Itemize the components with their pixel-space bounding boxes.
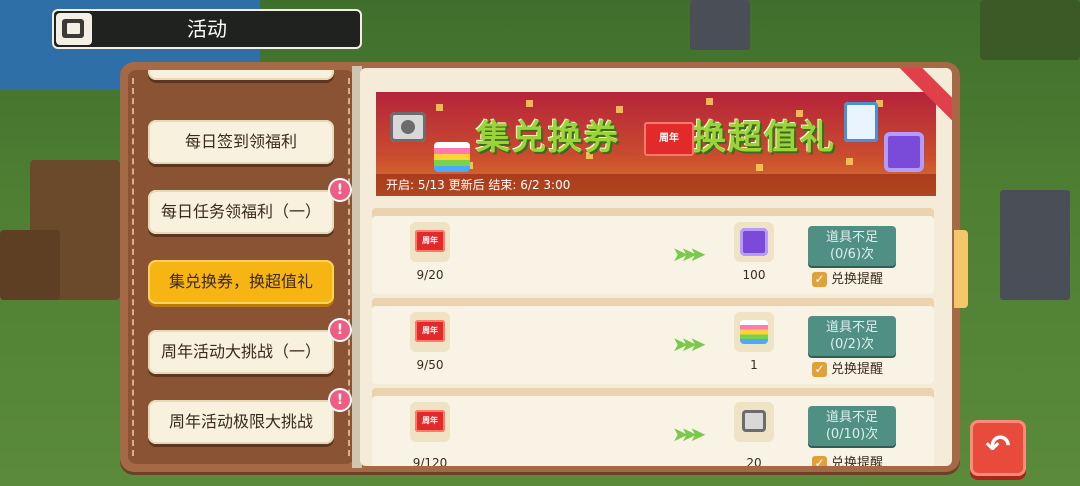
- exchange-button-limit: (0/6)次: [829, 247, 875, 262]
- exchange-reminder-toggle[interactable]: ✓ 兑换提醒: [812, 268, 883, 287]
- menu-item-anniversary-challenge[interactable]: 周年活动大挑战（一）: [148, 330, 334, 374]
- exchange-reminder-toggle[interactable]: ✓ 兑换提醒: [812, 358, 883, 377]
- return-arrow-icon: ↶: [985, 429, 1011, 464]
- rainbow-cake-icon: [434, 142, 470, 172]
- exchange-button[interactable]: 道具不足 (0/10)次: [808, 406, 896, 446]
- anniversary-ticket-icon: 周年: [415, 230, 445, 252]
- alert-badge-icon: !: [330, 320, 350, 340]
- arrow-right-icon: ➤➤➤: [672, 332, 706, 356]
- banner-title-left: 集兑换券: [476, 118, 620, 158]
- reward-slot[interactable]: [734, 222, 774, 262]
- reminder-label: 兑换提醒: [831, 272, 884, 287]
- alert-badge-icon: !: [330, 180, 350, 200]
- exchange-button-limit: (0/2)次: [829, 337, 875, 352]
- exchange-row: 周年 9/50 ➤➤➤ 1 道具不足 (0/2)次 ✓ 兑换提醒: [372, 298, 934, 384]
- anniversary-ticket-icon: 周年: [415, 410, 445, 432]
- anniversary-ticket-icon: 周年: [644, 122, 694, 156]
- exchange-button-status: 道具不足: [825, 410, 878, 425]
- reward-count: 100: [742, 268, 766, 282]
- menu-item-partial[interactable]: [148, 70, 334, 80]
- checkbox-icon: ✓: [812, 456, 827, 466]
- anniversary-ticket-icon: 周年: [415, 320, 445, 342]
- ticket-slot: 周年: [410, 402, 450, 442]
- tree-block: [980, 0, 1080, 60]
- menu-item-label: 集兑换券，换超值礼: [168, 272, 313, 291]
- stone-pillar: [1000, 190, 1070, 300]
- reward-count: 1: [750, 358, 758, 372]
- menu-item-exchange-tickets[interactable]: 集兑换券，换超值礼: [148, 260, 334, 304]
- menu-item-daily-tasks[interactable]: 每日任务领福利（一）: [148, 190, 334, 234]
- checkbox-icon: ✓: [812, 362, 827, 377]
- reminder-label: 兑换提醒: [831, 362, 884, 377]
- arrow-right-icon: ➤➤➤: [672, 242, 706, 266]
- exchange-reminder-toggle[interactable]: ✓ 兑换提醒: [812, 452, 883, 466]
- menu-item-label: 周年活动大挑战（一）: [160, 342, 321, 361]
- exchange-button-limit: (0/10)次: [825, 427, 879, 442]
- exchange-button-status: 道具不足: [825, 230, 878, 245]
- exchange-button-status: 道具不足: [825, 320, 878, 335]
- exchange-row: 周年 9/120 ➤➤➤ 20 道具不足 (0/10)次 ✓ 兑换提醒: [372, 388, 934, 466]
- reward-count: 20: [746, 456, 762, 466]
- exchange-button[interactable]: 道具不足 (0/2)次: [808, 316, 896, 356]
- back-button[interactable]: ↶: [970, 420, 1026, 476]
- arrow-right-icon: ➤➤➤: [672, 422, 706, 446]
- toolbox-icon: [742, 410, 766, 432]
- banner-title-right: 换超值礼: [692, 118, 836, 158]
- event-banner: 集兑换券 换超值礼 周年 开启: 5/13 更新后 结束: 6/2 3:00: [376, 92, 936, 196]
- tree-block: [0, 230, 60, 300]
- rainbow-cake-icon: [740, 320, 768, 344]
- reminder-label: 兑换提醒: [831, 456, 884, 466]
- menu-item-label: 周年活动极限大挑战: [168, 412, 313, 431]
- exchange-row: 周年 9/20 ➤➤➤ 100 道具不足 (0/6)次 ✓ 兑换提醒: [372, 208, 934, 294]
- exchange-content: 集兑换券 换超值礼 周年 开启: 5/13 更新后 结束: 6/2 3:00 周年…: [360, 68, 952, 466]
- page-title: 活动: [187, 17, 227, 41]
- event-time-info: 开启: 5/13 更新后 结束: 6/2 3:00: [376, 174, 936, 196]
- menu-item-label: 每日签到领福利: [184, 132, 297, 151]
- purple-cube-icon: [740, 228, 768, 256]
- ticket-slot: 周年: [410, 222, 450, 262]
- ticket-slot: 周年: [410, 312, 450, 352]
- rocket-card-icon: [844, 102, 878, 142]
- alert-badge-icon: !: [330, 390, 350, 410]
- ticket-count: 9/20: [416, 268, 444, 282]
- menu-item-label: 每日任务领福利（一）: [160, 202, 321, 221]
- ticket-count: 9/120: [412, 456, 448, 466]
- activity-menu: 每日签到领福利 每日任务领福利（一） 集兑换券，换超值礼 周年活动大挑战（一） …: [128, 70, 354, 464]
- menu-item-daily-signin[interactable]: 每日签到领福利: [148, 120, 334, 164]
- activity-title-bar: 活动: [52, 9, 362, 49]
- purple-cube-icon: [884, 132, 924, 172]
- reward-slot[interactable]: [734, 402, 774, 442]
- checkbox-icon: ✓: [812, 272, 827, 287]
- ticket-count: 9/50: [416, 358, 444, 372]
- activity-panel: 每日签到领福利 每日任务领福利（一） 集兑换券，换超值礼 周年活动大挑战（一） …: [120, 62, 968, 472]
- menu-item-extreme-challenge[interactable]: 周年活动极限大挑战: [148, 400, 334, 444]
- exchange-button[interactable]: 道具不足 (0/6)次: [808, 226, 896, 266]
- toolbox-icon: [390, 112, 426, 142]
- scrollbar-thumb[interactable]: [954, 230, 968, 308]
- stone-pillar: [690, 0, 750, 50]
- reward-slot[interactable]: [734, 312, 774, 352]
